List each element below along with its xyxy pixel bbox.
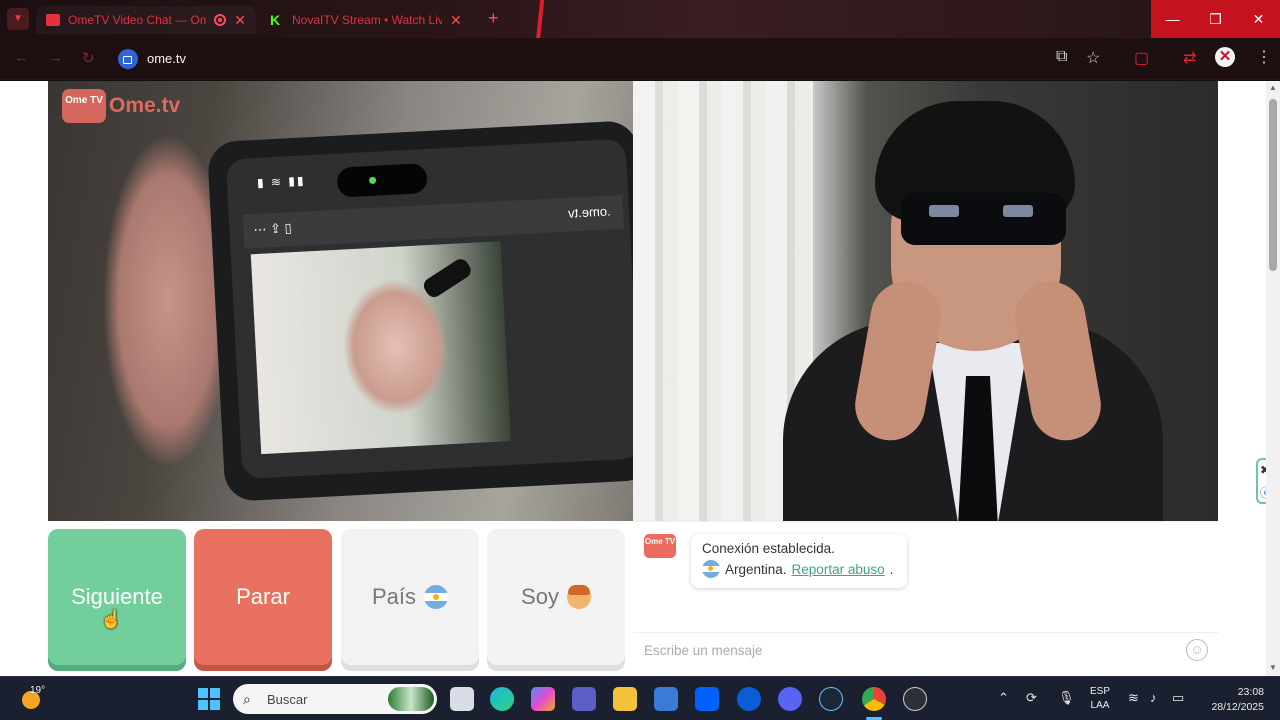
chat-input-row[interactable]: Escribe un mensaje ☺ [633, 632, 1218, 668]
wifi-icon[interactable]: ≋ [1128, 690, 1139, 706]
steam-icon[interactable] [819, 687, 843, 711]
new-tab-plus-icon[interactable]: + [488, 8, 499, 29]
volume-icon[interactable]: ♪ [1150, 690, 1157, 705]
tab-title: OmeTV Video Chat — Ome [68, 13, 207, 27]
search-highlight-image [388, 687, 434, 711]
theme-accent [535, 0, 545, 42]
tab-stream[interactable]: K NovaITV Stream • Watch Live o ✕ [260, 6, 480, 34]
url-text[interactable]: ome.tv [147, 51, 186, 66]
forward-arrow-icon[interactable]: → [48, 49, 63, 66]
phone-url: .ome.tv [568, 203, 612, 221]
weather-temp: 19° [30, 685, 46, 696]
phone-in-video: ▮ ≋ ▮▮ ⋯ ⇪ ▯ .ome.tv [206, 119, 633, 503]
edge-browser-icon[interactable] [490, 687, 514, 711]
microsoft-store-icon[interactable] [654, 687, 678, 711]
youtube-favicon-icon [46, 14, 60, 26]
teams-icon[interactable] [572, 687, 596, 711]
browser-toolbar: ← → ↻ ome.tv ⧉ ☆ ▢ ⇄ ✕ ⋮ [0, 38, 1280, 80]
scroll-down-arrow-icon[interactable]: ▼ [1269, 663, 1277, 672]
scroll-thumb[interactable] [1269, 99, 1277, 271]
argentina-flag-icon [424, 585, 449, 609]
address-bar[interactable]: ome.tv [112, 44, 1112, 74]
close-window-button[interactable]: ✕ [1237, 0, 1280, 38]
system-message: Conexión establecida. Argentina. Reporta… [691, 534, 907, 588]
gender-button[interactable]: Soy [487, 529, 625, 665]
stop-button[interactable]: Parar [194, 529, 332, 665]
tab-ometv[interactable]: OmeTV Video Chat — Ome ✕ [36, 6, 256, 34]
chrome-icon[interactable] [862, 687, 886, 711]
close-tab-icon[interactable]: ✕ [234, 12, 246, 29]
taskbar-clock[interactable]: 23:08 28/12/2025 [1200, 685, 1264, 715]
cast-icon[interactable]: ⧉ [1056, 48, 1067, 66]
boy-emoji-icon [566, 585, 591, 609]
dropbox-icon[interactable] [695, 687, 719, 711]
menu-kebab-icon[interactable]: ⋮ [1256, 47, 1272, 67]
sync-icon[interactable]: ⟳ [1026, 690, 1037, 706]
maximize-button[interactable]: ❐ [1194, 0, 1237, 38]
report-suffix: . [889, 561, 894, 577]
gender-label: Soy [521, 584, 559, 609]
ometv-chat-icon: Ome TV [644, 534, 676, 558]
emoji-smiley-icon[interactable]: ☺ [1186, 639, 1208, 661]
tab-strip: ▼ OmeTV Video Chat — Ome ✕ K NovaITV Str… [0, 0, 1280, 42]
report-abuse-link[interactable]: Reportar abuso [792, 562, 885, 577]
ometv-tv-icon: Ome TV [62, 89, 106, 123]
windows-taskbar: 19° ⌕ Buscar ⌃ ⟳ 🎙 ESP LAA ≋ ♪ ▭ 23:08 2… [0, 676, 1280, 720]
scroll-up-arrow-icon[interactable]: ▲ [1269, 83, 1277, 92]
search-icon: ⌕ [243, 691, 251, 707]
hp-icon[interactable] [737, 687, 761, 711]
taskbar-search[interactable]: ⌕ Buscar [233, 684, 437, 714]
country-button[interactable]: País [341, 529, 479, 665]
next-button[interactable]: Siguiente [48, 529, 186, 665]
tab-search-chevron-down-icon[interactable]: ▼ [7, 8, 29, 30]
language-indicator[interactable]: ESP LAA [1090, 685, 1110, 713]
back-arrow-icon[interactable]: ← [14, 49, 29, 66]
connection-status: Conexión establecida. [702, 541, 835, 556]
microphone-icon[interactable]: 🎙 [1058, 690, 1075, 706]
local-video [633, 81, 1218, 521]
country-label: País [371, 584, 417, 609]
obs-icon[interactable] [903, 687, 927, 711]
chat-panel: Ome TV Conexión establecida. Argentina. … [633, 521, 1218, 667]
close-tab-icon[interactable]: ✕ [450, 12, 462, 29]
profile-avatar[interactable]: ✕ [1215, 47, 1235, 67]
tab-title: NovaITV Stream • Watch Live o [292, 13, 442, 27]
copilot-icon[interactable] [531, 687, 555, 711]
reload-icon[interactable]: ↻ [82, 49, 95, 67]
ometv-logo: Ome TV Ome.tv [62, 89, 180, 123]
recording-icon [214, 14, 227, 26]
partner-country: Argentina. [725, 561, 787, 577]
search-placeholder: Buscar [267, 692, 308, 707]
file-explorer-icon[interactable] [613, 687, 637, 711]
argentina-flag-icon [702, 560, 720, 578]
clock-date: 28/12/2025 [1211, 701, 1264, 713]
ometv-page: ▮ ≋ ▮▮ ⋯ ⇪ ▯ .ome.tv Ome TV Ome.tv Sigui… [0, 81, 1280, 676]
extensions-puzzle-icon[interactable]: ⇄ [1183, 48, 1196, 68]
clock-time: 23:08 [1237, 686, 1264, 698]
site-camera-icon[interactable] [118, 49, 138, 69]
kick-favicon-icon: K [270, 12, 281, 28]
windows-start-icon[interactable] [198, 688, 220, 710]
task-view-icon[interactable] [450, 687, 474, 711]
minimize-button[interactable]: — [1151, 0, 1194, 38]
ometv-logo-text: Ome.tv [109, 94, 181, 117]
battery-icon[interactable]: ▭ [1172, 690, 1184, 706]
next-label: Siguiente [71, 584, 163, 609]
page-scrollbar[interactable]: ▲ ▼ [1266, 81, 1280, 676]
extension-icon[interactable]: ▢ [1134, 48, 1149, 68]
hand-cursor-icon: ☝ [100, 609, 123, 629]
tray-chevron-up-icon[interactable]: ⌃ [998, 690, 1009, 706]
stop-label: Parar [236, 584, 290, 609]
remote-video: ▮ ≋ ▮▮ ⋯ ⇪ ▯ .ome.tv Ome TV Ome.tv [48, 81, 633, 521]
message-input[interactable]: Escribe un mensaje [644, 643, 763, 658]
discord-icon[interactable] [778, 687, 802, 711]
bookmark-star-icon[interactable]: ☆ [1086, 48, 1100, 68]
